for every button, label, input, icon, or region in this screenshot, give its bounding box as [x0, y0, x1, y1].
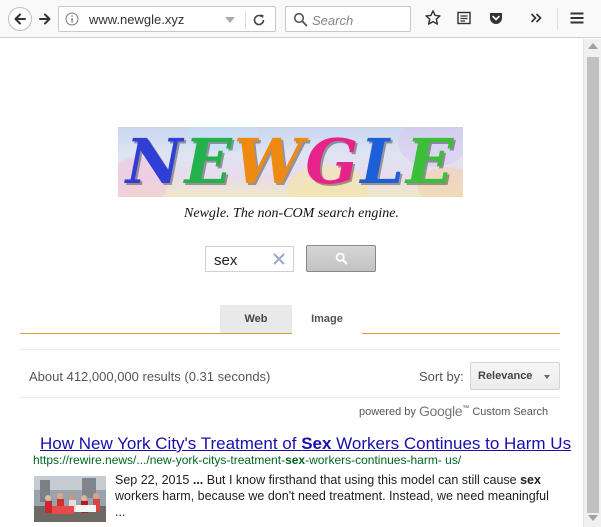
divider: [20, 349, 560, 350]
snippet-keyword: sex: [520, 473, 541, 487]
overflow-button[interactable]: [526, 8, 546, 28]
snippet-ellipsis: ...: [189, 473, 207, 487]
logo-letter: N: [125, 127, 185, 197]
sort-value[interactable]: Relevance: [478, 370, 532, 382]
result-url-keyword: sex: [285, 453, 306, 467]
clear-icon[interactable]: [270, 250, 288, 268]
page-content: NEWGLE Newgle. The non-COM search engine…: [0, 39, 583, 527]
tab-image[interactable]: Image: [292, 306, 362, 334]
url-bar[interactable]: www.newgle.xyz: [58, 6, 276, 32]
protest-photo-thumbnail: [34, 476, 106, 522]
result-url-after: -workers-continues-harm- us/: [305, 453, 462, 467]
result-title-keyword[interactable]: Sex: [301, 434, 331, 453]
result-title-link[interactable]: How New York City's Treatment of Sex Wor…: [40, 434, 571, 454]
star-icon: [425, 10, 441, 25]
logo-letter: G: [305, 127, 361, 197]
scroll-up-arrow-icon[interactable]: [588, 43, 598, 49]
search-button[interactable]: [306, 245, 376, 272]
search-icon: [293, 12, 308, 27]
double-chevron-right-icon: [530, 13, 542, 23]
logo-letter: E: [184, 127, 234, 197]
result-title-after[interactable]: Workers Continues to Harm Us: [331, 434, 571, 453]
sort-dropdown[interactable]: Relevance: [470, 362, 560, 390]
logo-text: NEWGLE: [118, 129, 463, 195]
google-logo: Google: [418, 403, 463, 419]
reload-icon[interactable]: [251, 12, 267, 28]
powered-suffix: Custom Search: [472, 406, 549, 418]
chevron-down-icon[interactable]: [544, 375, 550, 379]
newgle-logo[interactable]: NEWGLE: [118, 127, 463, 197]
powered-prefix: powered by: [359, 406, 416, 418]
reading-list-icon: [457, 11, 471, 25]
search-query[interactable]: sex: [214, 252, 237, 269]
chevron-down-icon[interactable]: [223, 15, 237, 25]
logo-letter: L: [360, 127, 406, 197]
back-button[interactable]: [8, 7, 32, 31]
arrow-right-icon: [39, 13, 51, 25]
pocket-button[interactable]: [486, 8, 506, 28]
search-input[interactable]: sex: [205, 246, 294, 272]
search-icon: [335, 252, 347, 265]
result-snippet: Sep 22, 2015 ... But I know firsthand th…: [115, 472, 555, 520]
snippet-part-2: workers harm, because we don't need trea…: [115, 489, 549, 519]
sort-label: Sort by:: [419, 369, 464, 384]
result-url-before: https://rewire.news/.../new-york-citys-t…: [33, 453, 286, 467]
browser-toolbar: www.newgle.xyz Search: [0, 0, 601, 38]
logo-letter: E: [405, 127, 456, 197]
divider: [245, 11, 246, 29]
forward-button[interactable]: [34, 8, 56, 30]
trademark-symbol: ™: [462, 405, 470, 412]
tagline: Newgle. The non-COM search engine.: [184, 206, 399, 221]
snippet-part-1: But I know firsthand that using this mod…: [206, 473, 521, 487]
hamburger-menu-icon: [570, 12, 584, 24]
search-placeholder: Search: [312, 13, 354, 28]
tabs-underline: [20, 333, 560, 334]
result-thumbnail[interactable]: [34, 476, 106, 522]
menu-button[interactable]: [567, 8, 587, 28]
scroll-down-arrow-icon[interactable]: [588, 515, 598, 521]
divider: [557, 8, 558, 30]
browser-search-bar[interactable]: Search: [285, 6, 411, 32]
result-url: https://rewire.news/.../new-york-citys-t…: [33, 453, 461, 467]
bookmark-star-button[interactable]: [423, 8, 443, 28]
powered-by-google: powered by Google™ Custom Search: [359, 403, 548, 419]
tab-web[interactable]: Web: [220, 305, 292, 333]
url-text[interactable]: www.newgle.xyz: [89, 12, 184, 27]
reader-list-button[interactable]: [454, 8, 474, 28]
logo-letter: W: [233, 127, 306, 197]
arrow-left-icon: [14, 13, 26, 25]
divider: [20, 397, 560, 398]
pocket-icon: [490, 13, 502, 24]
result-title-before[interactable]: How New York City's Treatment of: [40, 434, 301, 453]
tab-gap: [292, 333, 362, 334]
info-icon[interactable]: [65, 12, 79, 26]
scrollbar-thumb[interactable]: [587, 57, 599, 513]
results-count: About 412,000,000 results (0.31 seconds): [29, 369, 271, 384]
vertical-scrollbar[interactable]: [583, 39, 601, 527]
result-date: Sep 22, 2015: [115, 473, 190, 487]
